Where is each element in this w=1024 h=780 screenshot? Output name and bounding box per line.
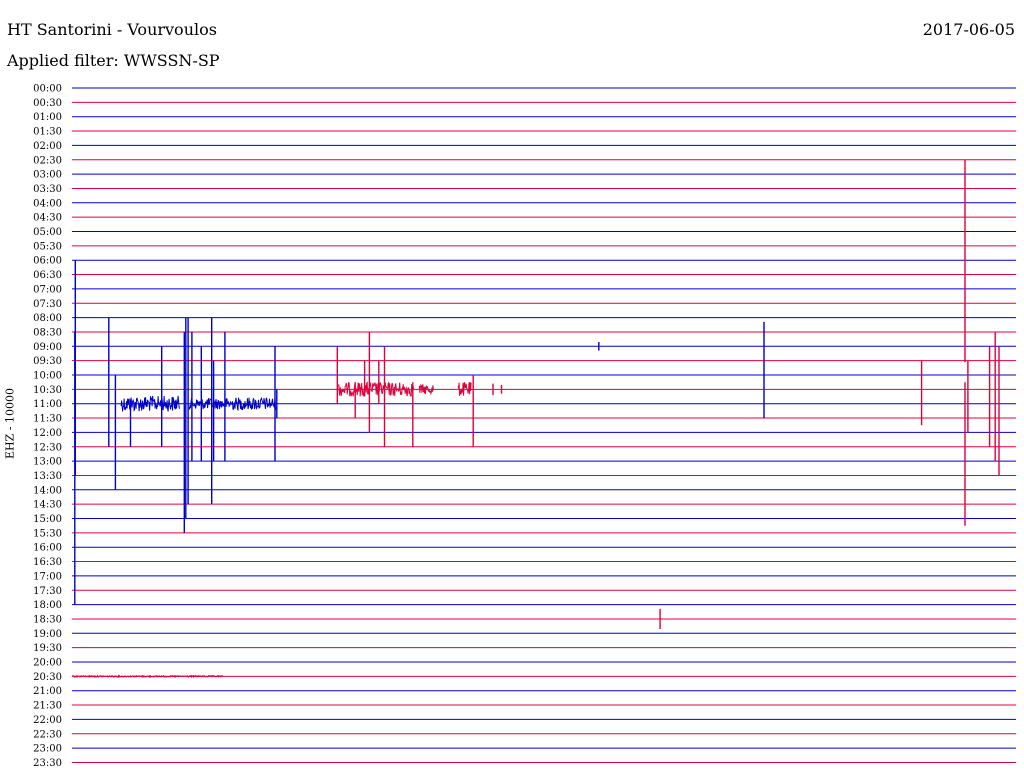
tick-label: 03:00 <box>33 170 62 181</box>
tick-label: 14:00 <box>33 485 62 496</box>
tick-label: 21:00 <box>33 686 62 697</box>
tick-label: 07:00 <box>33 284 62 295</box>
tick-label: 00:00 <box>33 84 62 95</box>
tick-label: 04:30 <box>33 213 62 224</box>
tick-label: 22:00 <box>33 715 62 726</box>
time-tick-labels: 00:00 00:30 01:00 01:30 02:00 02:30 03:00 03:30… <box>33 84 62 769</box>
noise-burst <box>231 396 277 411</box>
tick-label: 16:00 <box>33 543 62 554</box>
tick-label: 13:00 <box>33 457 62 468</box>
tick-label: 17:30 <box>33 586 62 597</box>
tick-label: 19:00 <box>33 629 62 640</box>
tick-label: 01:30 <box>33 127 62 138</box>
tick-label: 16:30 <box>33 557 62 568</box>
tick-label: 09:00 <box>33 342 62 353</box>
tick-label: 22:30 <box>33 729 62 740</box>
tick-label: 12:30 <box>33 442 62 453</box>
tick-label: 12:00 <box>33 428 62 439</box>
tick-label: 10:30 <box>33 385 62 396</box>
tick-label: 19:30 <box>33 643 62 654</box>
tick-label: 18:30 <box>33 614 62 625</box>
tick-label: 17:00 <box>33 571 62 582</box>
tick-label: 06:00 <box>33 256 62 267</box>
tick-label: 03:30 <box>33 184 62 195</box>
tick-label: 06:30 <box>33 270 62 281</box>
tick-label: 10:00 <box>33 371 62 382</box>
tick-label: 07:30 <box>33 299 62 310</box>
tick-label: 21:30 <box>33 701 62 712</box>
tick-label: 13:30 <box>33 471 62 482</box>
tick-label: 02:30 <box>33 155 62 166</box>
tick-label: 23:30 <box>33 758 62 769</box>
tick-label: 11:00 <box>33 399 62 410</box>
noise-burst <box>72 674 224 679</box>
tick-label: 01:00 <box>33 112 62 123</box>
tick-label: 09:30 <box>33 356 62 367</box>
tick-label: 02:00 <box>33 141 62 152</box>
tick-label: 15:00 <box>33 514 62 525</box>
tick-label: 08:30 <box>33 327 62 338</box>
tick-label: 08:00 <box>33 313 62 324</box>
tick-label: 05:30 <box>33 241 62 252</box>
tick-label: 18:00 <box>33 600 62 611</box>
tick-label: 23:00 <box>33 744 62 755</box>
tick-label: 14:30 <box>33 500 62 511</box>
tick-label: 20:30 <box>33 672 62 683</box>
tick-label: 04:00 <box>33 198 62 209</box>
signal-20-30 <box>72 674 224 679</box>
tick-label: 20:00 <box>33 658 62 669</box>
tick-label: 00:30 <box>33 98 62 109</box>
tick-label: 15:30 <box>33 528 62 539</box>
tick-label: 11:30 <box>33 414 62 425</box>
helicorder-plot: 00:00 00:30 01:00 01:30 02:00 02:30 03:00 03:30… <box>33 84 1016 769</box>
tick-label: 05:00 <box>33 227 62 238</box>
noise-burst <box>337 381 415 397</box>
